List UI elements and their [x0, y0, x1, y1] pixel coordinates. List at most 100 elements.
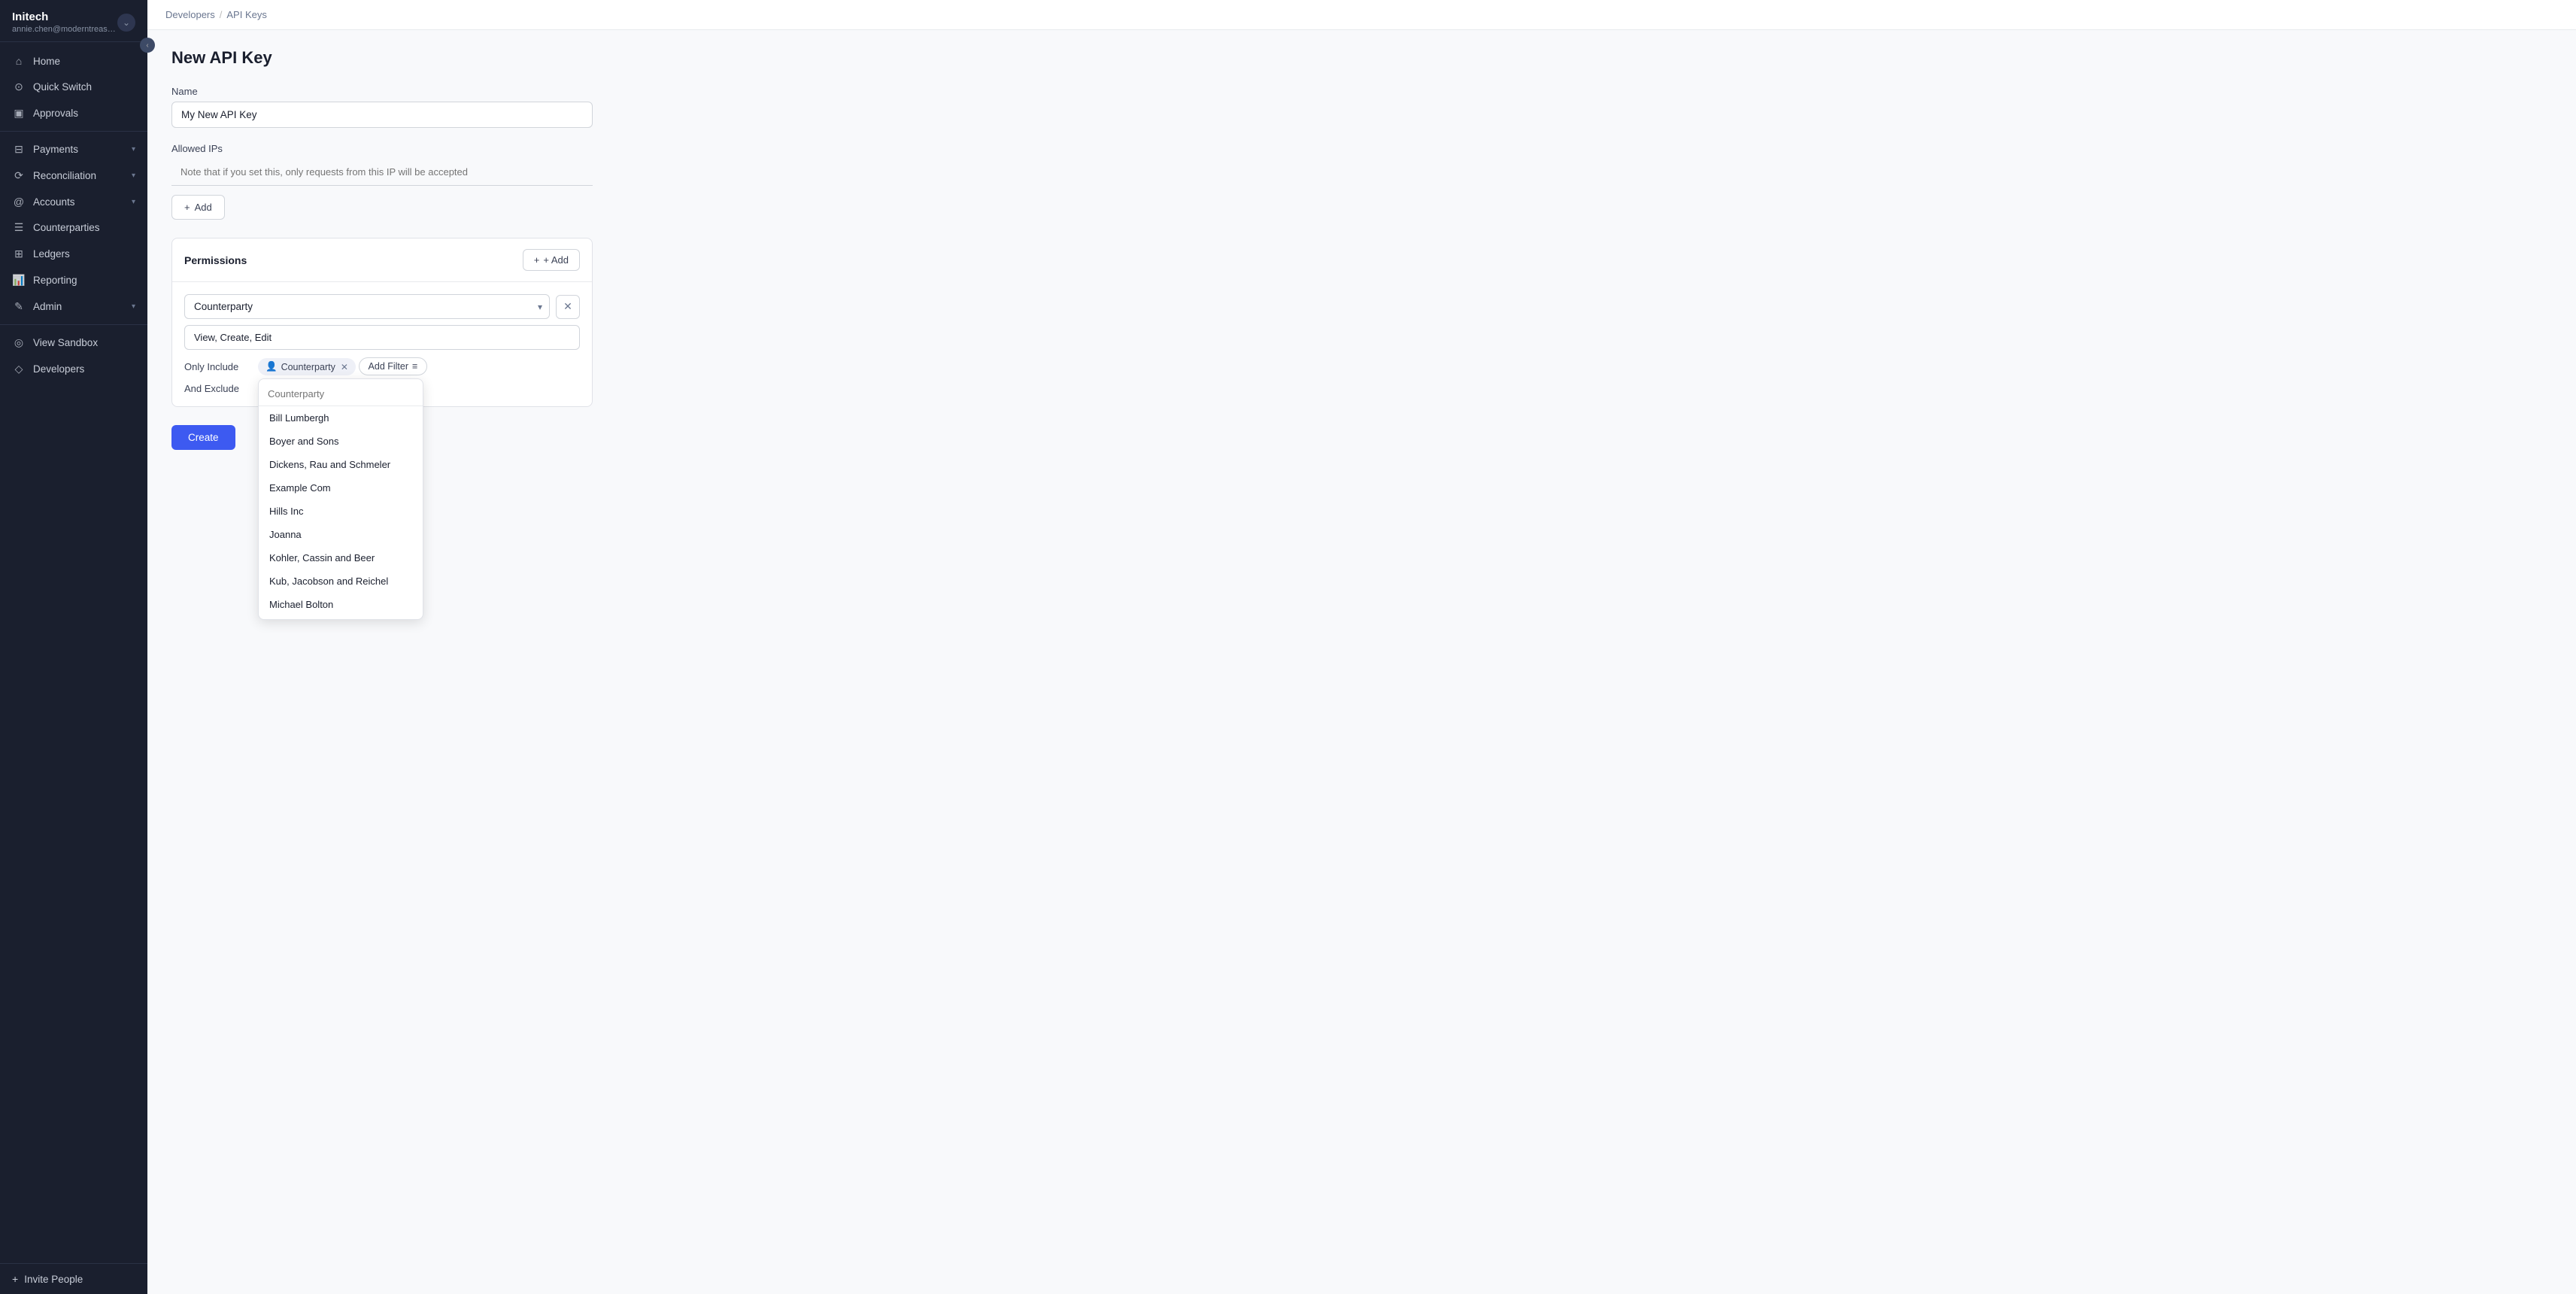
nav-divider — [0, 131, 147, 132]
sidebar-header: Initech annie.chen@moderntreasur... ⌄ — [0, 0, 147, 42]
breadcrumb-separator: / — [220, 9, 223, 20]
chevron-down-icon: ▾ — [132, 198, 135, 206]
sidebar-item-ledgers[interactable]: ⊞ Ledgers — [0, 241, 147, 267]
name-input[interactable] — [171, 102, 593, 128]
sidebar-item-payments[interactable]: ⊟ Payments ▾ — [0, 136, 147, 163]
allowed-ips-label: Allowed IPs — [171, 143, 593, 154]
create-button[interactable]: Create — [171, 425, 235, 450]
sidebar-item-label: Accounts — [33, 196, 124, 208]
resource-select-wrapper: Counterparty Payment Account ▾ — [184, 294, 550, 319]
sidebar-item-counterparties[interactable]: ☰ Counterparties — [0, 214, 147, 241]
invite-people-label: Invite People — [24, 1274, 83, 1285]
api-key-form: Name Allowed IPs + Add Permissions + + — [171, 86, 593, 450]
permissions-title: Permissions — [184, 254, 247, 266]
dropdown-item-kub[interactable]: Kub, Jacobson and Reichel — [259, 570, 423, 593]
dropdown-item-joanna[interactable]: Joanna — [259, 523, 423, 546]
sidebar-item-label: View Sandbox — [33, 337, 135, 348]
main-content: Developers / API Keys New API Key Name A… — [147, 0, 2576, 1294]
reconciliation-icon: ⟳ — [12, 169, 26, 182]
breadcrumb: Developers / API Keys — [147, 0, 2576, 30]
allowed-ips-group: Allowed IPs + Add — [171, 143, 593, 220]
person-icon: 👤 — [265, 361, 278, 372]
sidebar: Initech annie.chen@moderntreasur... ⌄ ‹ … — [0, 0, 147, 1294]
allowed-ips-input[interactable] — [171, 159, 593, 186]
name-field-group: Name — [171, 86, 593, 128]
sidebar-item-developers[interactable]: ◇ Developers — [0, 356, 147, 382]
ledgers-icon: ⊞ — [12, 248, 26, 260]
dropdown-item-michael-bolton[interactable]: Michael Bolton — [259, 593, 423, 616]
perm-add-icon: + — [534, 254, 540, 266]
dropdown-search-input[interactable] — [259, 382, 423, 406]
sidebar-item-label: Counterparties — [33, 222, 135, 233]
home-icon: ⌂ — [12, 55, 26, 67]
counterparty-filter-tag: 👤 Counterparty ✕ — [258, 358, 356, 375]
sidebar-item-reporting[interactable]: 📊 Reporting — [0, 267, 147, 293]
sidebar-item-label: Home — [33, 56, 135, 67]
page-content: New API Key Name Allowed IPs + Add Permi… — [147, 30, 2576, 1294]
sidebar-item-approvals[interactable]: ▣ Approvals — [0, 100, 147, 126]
breadcrumb-parent[interactable]: Developers — [165, 9, 215, 20]
permissions-body: Counterparty Payment Account ▾ ✕ — [172, 282, 592, 406]
counterparties-icon: ☰ — [12, 221, 26, 234]
chevron-down-icon: ▾ — [132, 302, 135, 311]
payments-icon: ⊟ — [12, 143, 26, 156]
dropdown-item-hills-inc[interactable]: Hills Inc — [259, 500, 423, 523]
chevron-down-icon: ▾ — [132, 172, 135, 180]
close-icon: ✕ — [563, 300, 572, 313]
org-name: Initech — [12, 11, 117, 23]
resource-select[interactable]: Counterparty Payment Account — [184, 294, 550, 319]
sidebar-item-label: Quick Switch — [33, 81, 135, 93]
quick-switch-icon: ⊙ — [12, 80, 26, 93]
sidebar-collapse-button[interactable]: ‹ — [140, 38, 155, 53]
reporting-icon: 📊 — [12, 274, 26, 287]
sidebar-item-label: Reporting — [33, 275, 135, 286]
add-label: Add — [195, 202, 212, 213]
permissions-card: Permissions + + Add Counterparty Payment — [171, 238, 593, 407]
permissions-add-button[interactable]: + + Add — [523, 249, 580, 271]
dropdown-item-dickens[interactable]: Dickens, Rau and Schmeler — [259, 453, 423, 476]
permission-resource-row: Counterparty Payment Account ▾ ✕ — [184, 294, 580, 319]
remove-permission-button[interactable]: ✕ — [556, 295, 580, 319]
org-email: annie.chen@moderntreasur... — [12, 25, 117, 34]
admin-icon: ✎ — [12, 300, 26, 313]
invite-plus-icon: + — [12, 1273, 18, 1285]
name-label: Name — [171, 86, 593, 97]
org-switcher-button[interactable]: ⌄ — [117, 14, 135, 32]
sidebar-item-label: Payments — [33, 144, 124, 155]
sidebar-item-label: Approvals — [33, 108, 135, 119]
org-info: Initech annie.chen@moderntreasur... — [12, 11, 117, 34]
permissions-header: Permissions + + Add — [172, 238, 592, 282]
dropdown-item-boyer-sons[interactable]: Boyer and Sons — [259, 430, 423, 453]
sidebar-item-label: Developers — [33, 363, 135, 375]
breadcrumb-current: API Keys — [226, 9, 266, 20]
sidebar-nav: ⌂ Home ⊙ Quick Switch ▣ Approvals ⊟ Paym… — [0, 42, 147, 1263]
sidebar-item-admin[interactable]: ✎ Admin ▾ — [0, 293, 147, 320]
sidebar-item-accounts[interactable]: @ Accounts ▾ — [0, 189, 147, 214]
dropdown-item-example-com[interactable]: Example Com — [259, 476, 423, 500]
invite-people-button[interactable]: + Invite People — [0, 1263, 147, 1294]
sidebar-item-home[interactable]: ⌂ Home — [0, 48, 147, 74]
actions-input[interactable] — [184, 325, 580, 350]
perm-add-label: + Add — [543, 254, 569, 266]
only-include-label: Only Include — [184, 361, 252, 372]
page-title: New API Key — [171, 48, 2552, 68]
filter-tag-remove-button[interactable]: ✕ — [341, 362, 348, 372]
dropdown-item-bill-lumbergh[interactable]: Bill Lumbergh — [259, 406, 423, 430]
sidebar-item-label: Reconciliation — [33, 170, 124, 181]
dropdown-item-kohler[interactable]: Kohler, Cassin and Beer — [259, 546, 423, 570]
sidebar-item-label: Ledgers — [33, 248, 135, 260]
sidebar-item-reconciliation[interactable]: ⟳ Reconciliation ▾ — [0, 163, 147, 189]
add-icon: + — [184, 202, 190, 213]
approvals-icon: ▣ — [12, 107, 26, 120]
and-exclude-label: And Exclude — [184, 383, 252, 394]
view-sandbox-icon: ◎ — [12, 336, 26, 349]
sidebar-item-quick-switch[interactable]: ⊙ Quick Switch — [0, 74, 147, 100]
allowed-ips-add-button[interactable]: + Add — [171, 195, 225, 220]
filter-tag-label: Counterparty — [281, 362, 335, 372]
only-include-row: Only Include 👤 Counterparty ✕ Add Filter… — [184, 357, 580, 375]
filter-dropdown-container: 👤 Counterparty ✕ Add Filter ≡ — [258, 357, 427, 375]
add-filter-button[interactable]: Add Filter ≡ — [359, 357, 428, 375]
sidebar-item-view-sandbox[interactable]: ◎ View Sandbox — [0, 330, 147, 356]
accounts-icon: @ — [12, 196, 26, 208]
sidebar-item-label: Admin — [33, 301, 124, 312]
